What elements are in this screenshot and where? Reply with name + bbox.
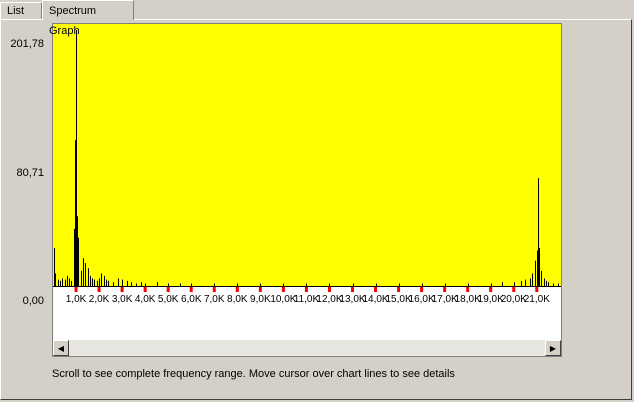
x-tick-label: 9,0K xyxy=(250,294,271,305)
x-tick-mark xyxy=(512,287,516,292)
x-tick-mark xyxy=(304,287,308,292)
x-tick-mark xyxy=(235,287,239,292)
x-tick-label: 5,0K xyxy=(158,294,179,305)
x-tick-mark xyxy=(258,287,262,292)
x-tick-label: 2,0K xyxy=(89,294,110,305)
y-axis-min-label: 0,00 xyxy=(22,295,44,307)
x-tick-label: 7,0K xyxy=(204,294,225,305)
tab-list[interactable]: List xyxy=(0,2,42,19)
x-tick-label: 8,0K xyxy=(227,294,248,305)
status-hint: Scroll to see complete frequency range. … xyxy=(52,368,455,380)
x-tick-mark xyxy=(327,287,331,292)
x-tick-mark xyxy=(489,287,493,292)
scroll-right-button[interactable]: ▶ xyxy=(545,340,561,356)
x-tick-mark xyxy=(143,287,147,292)
x-tick-mark xyxy=(97,287,101,292)
tab-spectrum-graph[interactable]: Spectrum Graph xyxy=(42,0,134,37)
x-tick-mark xyxy=(74,287,78,292)
y-axis-mid-label: 80,71 xyxy=(16,167,44,179)
spectrum-chart[interactable]: 1,0K 2,0K 3,0K 4,0K 5,0K 6,0K 7,0K 8,0K 9,0K 10,0… xyxy=(53,24,561,340)
tab-strip: List Spectrum Graph xyxy=(0,0,634,37)
x-tick-mark xyxy=(351,287,355,292)
x-tick-mark xyxy=(535,287,539,292)
arrow-right-icon: ▶ xyxy=(549,343,557,353)
x-tick-mark xyxy=(443,287,447,292)
x-tick-mark xyxy=(120,287,124,292)
x-tick-mark xyxy=(466,287,470,292)
scroll-left-button[interactable]: ◀ xyxy=(53,340,69,356)
x-tick-label: 4,0K xyxy=(135,294,156,305)
arrow-left-icon: ◀ xyxy=(57,343,65,353)
x-tick-mark xyxy=(374,287,378,292)
horizontal-scrollbar[interactable]: ◀ ▶ xyxy=(53,340,561,356)
x-tick-mark xyxy=(420,287,424,292)
x-tick-mark xyxy=(212,287,216,292)
x-tick-mark xyxy=(189,287,193,292)
x-tick-label: 6,0K xyxy=(181,294,202,305)
x-tick-mark xyxy=(397,287,401,292)
x-tick-label: 3,0K xyxy=(112,294,133,305)
x-tick-label: 1,0K xyxy=(66,294,87,305)
plot-background xyxy=(53,24,561,286)
x-tick-label: 21,0K xyxy=(524,294,550,305)
x-tick-mark xyxy=(166,287,170,292)
y-axis-max-label: 201,78 xyxy=(10,38,44,50)
x-tick-mark xyxy=(281,287,285,292)
